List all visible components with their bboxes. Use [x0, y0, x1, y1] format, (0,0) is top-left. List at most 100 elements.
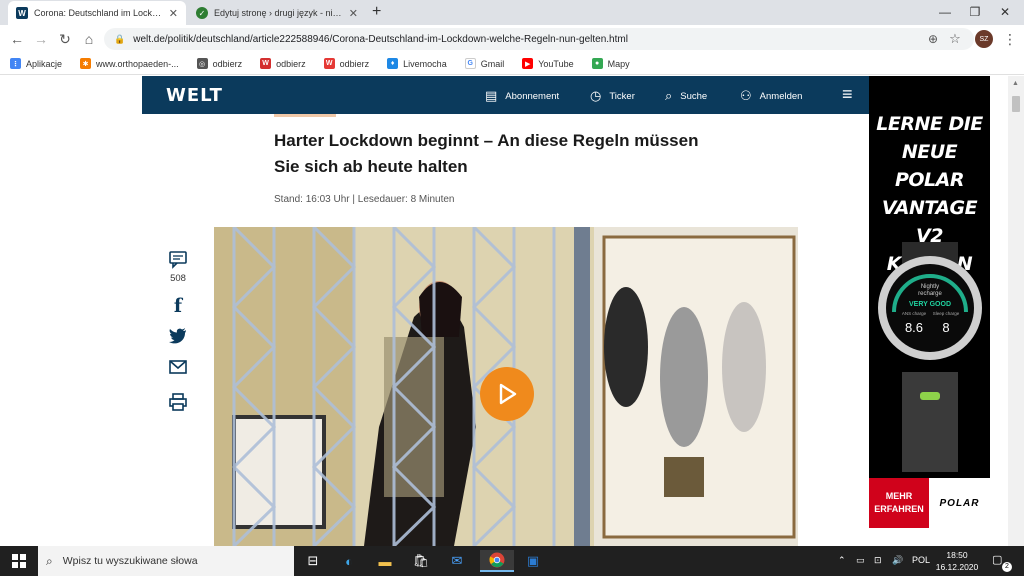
tray-expand-icon[interactable]: ⌃ — [838, 555, 846, 566]
task-view-icon[interactable]: ⊟ — [302, 550, 324, 572]
chrome-logo-icon — [489, 552, 505, 568]
comments-button[interactable] — [168, 249, 188, 274]
new-tab-button[interactable]: + — [372, 3, 381, 21]
play-icon — [499, 383, 517, 405]
search-icon: ⌕ — [46, 553, 53, 568]
notification-count-badge: 2 — [1002, 562, 1012, 572]
taskbar-search-input[interactable]: ⌕ Wpisz tu wyszukiwane słowa — [38, 546, 294, 576]
livemocha-icon: ♦ — [387, 58, 399, 69]
network-icon[interactable]: ⊡ — [874, 555, 882, 566]
wp-icon: W — [323, 58, 335, 69]
address-bar[interactable]: 🔒 welt.de/politik/deutschland/article222… — [104, 28, 974, 50]
bookmark-star-icon[interactable]: ☆ — [946, 30, 964, 48]
close-tab-icon[interactable]: ✕ — [349, 7, 358, 20]
mail-icon[interactable]: ✉ — [446, 550, 468, 572]
check-favicon-icon: ✓ — [196, 7, 208, 19]
browser-toolbar: ← → ↻ ⌂ 🔒 welt.de/politik/deutschland/ar… — [0, 25, 1024, 53]
windows-taskbar: ⌕ Wpisz tu wyszukiwane słowa ⊟ ◐ ▬ 🛍 ✉ ▣… — [0, 546, 1024, 576]
youtube-icon: ▶ — [522, 58, 534, 69]
watch-image: Nightly recharge VERY GOOD ANS charge Sl… — [878, 242, 982, 472]
back-button[interactable]: ← — [8, 30, 26, 48]
bookmarks-bar: ⋮ Aplikacje ✱ www.orthopaeden-... ◎ odbierz… — [0, 53, 1024, 75]
menu-kebab-icon[interactable]: ⋮ — [1001, 30, 1019, 48]
bookmark-youtube[interactable]: ▶ YouTube — [522, 58, 574, 69]
word-document-icon[interactable]: ▣ — [522, 550, 544, 572]
user-icon: ⚇ — [740, 88, 752, 103]
svg-text:8: 8 — [942, 320, 949, 335]
svg-text:8.6: 8.6 — [905, 320, 923, 335]
close-tab-icon[interactable]: ✕ — [169, 7, 178, 20]
zoom-icon[interactable]: ⊕ — [924, 30, 942, 48]
tab-edit-page[interactable]: ✓ Edytuj stronę › drugi język - niem ✕ — [188, 1, 366, 25]
welt-favicon-icon: W — [16, 7, 28, 19]
print-icon[interactable] — [168, 392, 188, 417]
svg-text:Nightly: Nightly — [921, 284, 939, 290]
twitter-share-icon[interactable] — [168, 328, 188, 349]
home-button[interactable]: ⌂ — [80, 30, 98, 48]
polar-logo: POLAR — [929, 478, 990, 528]
bookmark-orthopaeden[interactable]: ✱ www.orthopaeden-... — [80, 58, 179, 69]
bookmark-aplikacje[interactable]: ⋮ Aplikacje — [10, 58, 62, 69]
welt-logo[interactable]: WELT — [166, 85, 223, 106]
video-play-button[interactable] — [480, 367, 534, 421]
bookmark-mapy[interactable]: ● Mapy — [591, 58, 630, 69]
lock-icon: 🔒 — [114, 33, 126, 44]
file-explorer-icon[interactable]: ▬ — [374, 550, 396, 572]
polar-advertisement[interactable]: LERNE DIE NEUE POLAR VANTAGE V2 KENNEN N… — [869, 76, 990, 528]
section-accent-line — [274, 114, 336, 117]
bookmark-odbierz-3[interactable]: Wodbierz — [323, 58, 369, 69]
scroll-thumb[interactable] — [1012, 96, 1020, 112]
volume-icon[interactable]: 🔊 — [892, 555, 903, 566]
mehr-erfahren-button[interactable]: MEHR ERFAHREN — [869, 478, 929, 528]
scroll-up-arrow-icon[interactable]: ▲ — [1012, 80, 1019, 87]
globe-icon: ◎ — [196, 58, 208, 69]
language-indicator[interactable]: POL — [912, 555, 930, 565]
maps-pin-icon: ● — [591, 58, 603, 69]
newspaper-icon: ▤ — [485, 88, 498, 103]
svg-text:ANS charge: ANS charge — [902, 311, 927, 316]
bookmark-odbierz-1[interactable]: ◎ odbierz — [196, 58, 242, 69]
article-meta: Stand: 16:03 Uhr | Lesedauer: 8 Minuten — [274, 194, 455, 205]
reload-button[interactable]: ↻ — [56, 30, 74, 48]
bookmark-livemocha[interactable]: ♦ Livemocha — [387, 58, 447, 69]
welt-header: WELT ▤ Abonnement ◷ Ticker ⌕ Suche ⚇ Anm… — [142, 76, 869, 114]
suche-button[interactable]: ⌕ Suche — [665, 88, 707, 104]
email-share-icon[interactable] — [168, 360, 188, 379]
facebook-share-icon[interactable]: f — [168, 295, 188, 317]
hamburger-menu-icon[interactable]: ≡ — [842, 84, 853, 105]
anmelden-button[interactable]: ⚇ Anmelden — [740, 88, 802, 104]
comment-icon — [169, 251, 187, 269]
close-window-button[interactable]: ✕ — [990, 2, 1020, 22]
forward-button[interactable]: → — [32, 30, 50, 48]
ticker-link[interactable]: ◷ Ticker — [590, 88, 635, 104]
wp-icon: W — [260, 58, 272, 69]
maximize-button[interactable]: ❐ — [960, 2, 990, 22]
svg-text:VERY GOOD: VERY GOOD — [909, 301, 951, 308]
chrome-taskbar-icon[interactable] — [480, 550, 514, 572]
apps-grid-icon: ⋮ — [10, 58, 21, 69]
tab-welt-corona[interactable]: W Corona: Deutschland im Lockdown ✕ — [8, 1, 186, 25]
microsoft-store-icon[interactable]: 🛍 — [410, 550, 432, 572]
system-clock[interactable]: 18:50 16.12.2020 — [935, 549, 979, 573]
url-text: welt.de/politik/deutschland/article22258… — [133, 33, 628, 45]
article-headline: Harter Lockdown beginnt – An diese Regel… — [274, 131, 699, 176]
orthopaeden-icon: ✱ — [80, 58, 92, 69]
profile-avatar[interactable]: SZ — [975, 30, 993, 48]
abonnement-link[interactable]: ▤ Abonnement — [485, 88, 559, 104]
tab-title: Edytuj stronę › drugi język - niem — [214, 8, 343, 18]
page-scrollbar[interactable]: ▲ — [1008, 76, 1024, 546]
search-icon: ⌕ — [665, 88, 673, 103]
browser-tab-strip: W Corona: Deutschland im Lockdown ✕ ✓ Ed… — [0, 0, 1024, 25]
windows-logo-icon — [12, 554, 26, 568]
bookmark-gmail[interactable]: G Gmail — [464, 58, 504, 69]
windows-start-button[interactable] — [8, 550, 30, 572]
bookmark-odbierz-2[interactable]: Wodbierz — [260, 58, 306, 69]
tab-title: Corona: Deutschland im Lockdown — [34, 8, 163, 18]
edge-browser-icon[interactable]: ◐ — [338, 550, 360, 572]
comment-count: 508 — [170, 273, 186, 284]
battery-icon[interactable]: ▭ — [856, 555, 865, 566]
google-icon: G — [464, 58, 476, 69]
minimize-button[interactable]: — — [930, 2, 960, 22]
svg-text:recharge: recharge — [918, 291, 942, 297]
clock-icon: ◷ — [590, 88, 602, 103]
